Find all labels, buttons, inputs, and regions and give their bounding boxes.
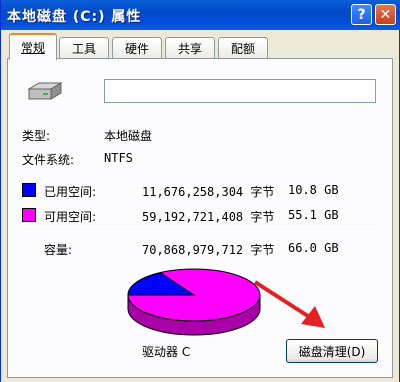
hard-drive-icon <box>27 82 63 100</box>
divider <box>20 231 380 232</box>
used-space-label: 已用空间: <box>44 185 97 199</box>
close-icon: ✕ <box>379 6 392 23</box>
tab-general[interactable]: 常规 <box>9 33 57 60</box>
help-button[interactable]: ? <box>351 4 372 25</box>
divider <box>20 117 380 118</box>
free-space-size: 55.1 GB <box>288 208 339 222</box>
free-space-swatch <box>22 208 36 222</box>
tab-quota-label: 配额 <box>230 42 255 56</box>
type-label: 类型: <box>22 129 51 143</box>
used-space-size: 10.8 GB <box>288 183 339 197</box>
used-space-bytes: 11,676,258,304 字节 <box>142 185 275 199</box>
filesystem-label: 文件系统: <box>22 153 75 167</box>
properties-window: 本地磁盘 (C:) 属性 ? ✕ 常规 工具 硬件 共享 配额 类型: 本地磁盘… <box>0 0 400 382</box>
disk-usage-pie-chart <box>127 268 261 336</box>
type-value: 本地磁盘 <box>104 129 153 143</box>
free-space-bytes: 59,192,721,408 字节 <box>142 210 275 224</box>
red-arrow-annotation <box>253 280 325 328</box>
drive-label: 驱动器 C <box>142 345 191 359</box>
capacity-bytes: 70,868,979,712 字节 <box>142 243 275 257</box>
title-bar[interactable]: 本地磁盘 (C:) 属性 ? ✕ <box>1 0 400 30</box>
tab-sharing-label: 共享 <box>177 42 202 56</box>
tab-strip: 常规 工具 硬件 共享 配额 <box>1 33 400 60</box>
capacity-label: 容量: <box>44 243 73 257</box>
free-space-label: 可用空间: <box>44 210 97 224</box>
tab-hardware-label: 硬件 <box>124 42 149 56</box>
capacity-size: 66.0 GB <box>288 241 339 255</box>
tab-quota[interactable]: 配额 <box>218 37 268 59</box>
disk-cleanup-label: 磁盘清理(D) <box>298 344 366 359</box>
help-icon: ? <box>357 6 366 23</box>
divider <box>20 173 380 174</box>
general-panel: 类型: 本地磁盘 文件系统: NTFS 已用空间: 11,676,258,304… <box>7 58 393 378</box>
tab-tools[interactable]: 工具 <box>59 37 109 59</box>
close-button[interactable]: ✕ <box>375 4 396 25</box>
filesystem-value: NTFS <box>104 151 133 165</box>
tab-tools-label: 工具 <box>71 42 96 56</box>
tab-sharing[interactable]: 共享 <box>165 37 215 59</box>
volume-name-input[interactable] <box>104 79 376 103</box>
tab-general-label: 常规 <box>20 41 45 55</box>
disk-cleanup-button[interactable]: 磁盘清理(D) <box>286 339 378 363</box>
tab-hardware[interactable]: 硬件 <box>112 37 162 59</box>
used-space-swatch <box>22 183 36 197</box>
window-title: 本地磁盘 (C:) 属性 <box>7 9 142 25</box>
